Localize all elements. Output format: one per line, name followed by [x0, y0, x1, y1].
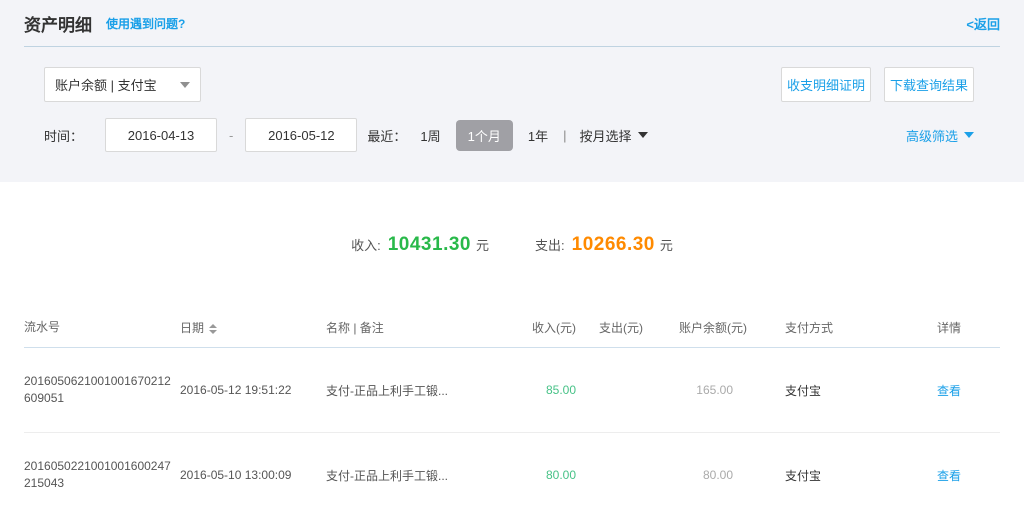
divider: |: [563, 128, 566, 143]
cell-name: 支付-正品上利手工锻...: [326, 382, 516, 399]
cell-method: 支付宝: [747, 467, 905, 484]
filter-row-time: 时间： - 最近： 1周 1个月 1年 | 按月选择 高级筛选: [44, 118, 974, 152]
time-label: 时间：: [44, 126, 83, 145]
range-1month[interactable]: 1个月: [456, 120, 513, 151]
account-type-select[interactable]: 账户余额 | 支付宝: [44, 67, 201, 102]
col-date-sortable[interactable]: 日期: [180, 319, 326, 336]
cell-method: 支付宝: [747, 382, 905, 399]
cell-serial: 2016050621001001670212609051: [24, 373, 180, 407]
action-buttons: 收支明细证明 下载查询结果: [781, 67, 974, 102]
date-to-input[interactable]: [245, 118, 357, 152]
cell-name: 支付-正品上利手工锻...: [326, 467, 516, 484]
col-date-label: 日期: [180, 321, 204, 335]
cell-date: 2016-05-12 19:51:22: [180, 383, 326, 397]
view-detail-link[interactable]: 查看: [937, 384, 961, 398]
cell-detail: 查看: [905, 467, 1000, 484]
col-balance: 账户余额(元): [643, 319, 747, 336]
col-method: 支付方式: [747, 319, 905, 336]
summary-bar: 收入: 10431.30 元 支出: 10266.30 元: [0, 182, 1024, 256]
chevron-down-icon: [180, 82, 190, 88]
account-type-value: 账户余额 | 支付宝: [55, 75, 157, 94]
page-title: 资产明细: [24, 11, 92, 36]
month-select-label: 按月选择: [579, 126, 631, 145]
cell-balance: 80.00: [643, 468, 747, 482]
chevron-down-icon: [638, 132, 648, 138]
cell-income: 85.00: [516, 383, 576, 397]
col-serial: 流水号: [24, 319, 180, 336]
help-link[interactable]: 使用遇到问题?: [106, 15, 185, 32]
col-detail: 详情: [905, 319, 1000, 336]
advanced-filter-label: 高级筛选: [906, 126, 958, 145]
advanced-filter-dropdown[interactable]: 高级筛选: [906, 126, 974, 145]
chevron-down-icon: [964, 132, 974, 138]
expense-unit: 元: [660, 235, 673, 254]
page-header: 资产明细 使用遇到问题? <返回: [24, 0, 1000, 47]
table-body: 2016050621001001670212609051 2016-05-12 …: [24, 348, 1000, 508]
month-select-dropdown[interactable]: 按月选择: [579, 126, 648, 145]
range-1year[interactable]: 1年: [528, 126, 548, 145]
range-1week[interactable]: 1周: [420, 126, 440, 145]
back-link[interactable]: <返回: [966, 14, 1000, 33]
cell-balance: 165.00: [643, 383, 747, 397]
income-unit: 元: [476, 235, 489, 254]
sort-icon[interactable]: [209, 324, 217, 334]
view-detail-link[interactable]: 查看: [937, 469, 961, 483]
col-expense: 支出(元): [576, 319, 643, 336]
filter-row-account: 账户余额 | 支付宝 收支明细证明 下载查询结果: [44, 67, 974, 102]
cell-income: 80.00: [516, 468, 576, 482]
transactions-table: 流水号 日期 名称 | 备注 收入(元) 支出(元) 账户余额(元) 支付方式 …: [24, 308, 1000, 508]
table-row: 2016050621001001670212609051 2016-05-12 …: [24, 348, 1000, 433]
top-section: 资产明细 使用遇到问题? <返回 账户余额 | 支付宝 收支明细证明 下载查询结…: [0, 0, 1024, 182]
recent-label: 最近：: [367, 126, 406, 145]
table-header: 流水号 日期 名称 | 备注 收入(元) 支出(元) 账户余额(元) 支付方式 …: [24, 308, 1000, 348]
table-row: 2016050221001001600247215043 2016-05-10 …: [24, 433, 1000, 508]
col-name: 名称 | 备注: [326, 319, 516, 336]
expense-label: 支出:: [535, 235, 565, 254]
cell-date: 2016-05-10 13:00:09: [180, 468, 326, 482]
cell-detail: 查看: [905, 382, 1000, 399]
statement-certificate-button[interactable]: 收支明细证明: [781, 67, 871, 102]
income-label: 收入:: [351, 235, 381, 254]
col-income: 收入(元): [516, 319, 576, 336]
download-results-button[interactable]: 下载查询结果: [884, 67, 974, 102]
asset-details-page: 资产明细 使用遇到问题? <返回 账户余额 | 支付宝 收支明细证明 下载查询结…: [0, 0, 1024, 508]
cell-serial: 2016050221001001600247215043: [24, 458, 180, 492]
date-from-input[interactable]: [105, 118, 217, 152]
content-section: 收入: 10431.30 元 支出: 10266.30 元 流水号 日期 名称 …: [0, 182, 1024, 508]
income-value: 10431.30: [388, 234, 471, 256]
date-range-separator: -: [229, 128, 233, 143]
expense-value: 10266.30: [572, 234, 655, 256]
